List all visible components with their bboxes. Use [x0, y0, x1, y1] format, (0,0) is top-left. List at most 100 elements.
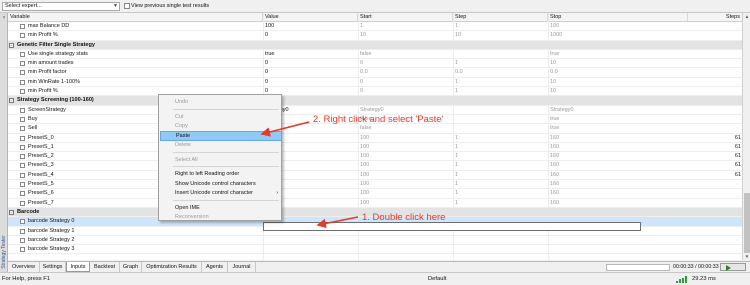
optimize-checkbox[interactable]	[20, 154, 25, 160]
close-icon[interactable]: ×	[1, 15, 7, 21]
param-stop[interactable]: 160	[548, 161, 688, 170]
menu-item-copy[interactable]: Copy	[160, 121, 282, 131]
optimize-checkbox[interactable]	[20, 172, 25, 178]
param-step[interactable]	[453, 115, 548, 124]
param-value[interactable]: 0	[263, 78, 358, 87]
group-row[interactable]: − Strategy Screening (100-160)	[8, 96, 742, 106]
menu-item-select-all[interactable]: Select All	[160, 155, 282, 165]
table-row[interactable]: min WinRate 1-100% 0 0 1 10	[8, 78, 742, 88]
optimize-checkbox[interactable]	[20, 191, 25, 197]
col-steps[interactable]: Steps	[688, 13, 742, 22]
param-step[interactable]: 1	[453, 161, 548, 170]
menu-item-delete[interactable]: Delete	[160, 140, 282, 150]
start-button[interactable]	[720, 263, 746, 271]
param-start[interactable]: 0	[358, 87, 453, 96]
expert-select[interactable]: Select expert... ▼	[2, 2, 120, 11]
collapse-icon[interactable]: −	[9, 98, 14, 104]
param-value[interactable]: 0	[263, 59, 358, 68]
optimize-checkbox[interactable]	[20, 144, 25, 150]
param-step[interactable]: 1	[453, 134, 548, 143]
param-step[interactable]: 1	[453, 152, 548, 161]
col-value[interactable]: Value	[263, 13, 358, 22]
scroll-up-icon[interactable]: ▲	[743, 13, 750, 20]
optimize-checkbox[interactable]	[20, 247, 25, 253]
table-row[interactable]: min Profit % 0 0 1 10	[8, 87, 742, 97]
param-value[interactable]: 0	[263, 68, 358, 77]
optimize-checkbox[interactable]	[20, 228, 25, 234]
optimize-checkbox[interactable]	[20, 107, 25, 113]
optimize-checkbox[interactable]	[20, 24, 25, 29]
table-row[interactable]: PresetS_4100100116061	[8, 171, 742, 181]
group-row[interactable]: − Genetic Filter Single Strategy	[8, 40, 742, 50]
tab-overview[interactable]: Overview	[8, 262, 40, 272]
table-row[interactable]: min amount trades 0 0 1 10	[8, 59, 742, 69]
param-stop[interactable]	[548, 245, 688, 254]
table-row[interactable]: PresetS_3100100116061	[8, 161, 742, 171]
menu-item-reconversion[interactable]: Reconversion	[160, 212, 282, 222]
optimize-checkbox[interactable]	[20, 79, 25, 85]
param-start[interactable]: 0	[358, 59, 453, 68]
param-stop[interactable]: 100	[548, 22, 688, 31]
param-step[interactable]: 1	[453, 171, 548, 180]
param-value[interactable]: true	[263, 50, 358, 59]
menu-item-right-to-left-reading-order[interactable]: Right to left Reading order	[160, 169, 282, 179]
menu-item-undo[interactable]: Undo	[160, 97, 282, 107]
param-stop[interactable]: 10	[548, 87, 688, 96]
param-stop[interactable]: 160	[548, 199, 688, 208]
param-step[interactable]: 1	[453, 78, 548, 87]
view-results-checkbox[interactable]	[124, 3, 130, 9]
menu-item-paste[interactable]: Paste	[160, 130, 282, 141]
menu-item-show-unicode-control-characters[interactable]: Show Unicode control characters	[160, 179, 282, 189]
optimize-checkbox[interactable]	[20, 51, 25, 57]
param-step[interactable]: 1	[453, 87, 548, 96]
param-start[interactable]: 100	[358, 152, 453, 161]
table-row[interactable]: Use single strategy stats true false true	[8, 50, 742, 60]
param-value[interactable]: 0	[263, 31, 358, 40]
param-stop[interactable]: 1000	[548, 31, 688, 40]
param-step[interactable]: 1	[453, 189, 548, 198]
tab-settings[interactable]: Settings	[40, 262, 66, 272]
param-stop[interactable]: 160	[548, 180, 688, 189]
scrollbar-thumb[interactable]	[744, 193, 750, 253]
param-start[interactable]: 1	[358, 22, 453, 31]
table-row[interactable]: PresetS_51001001160	[8, 180, 742, 190]
param-stop[interactable]: 160	[548, 143, 688, 152]
param-value[interactable]: 100	[263, 22, 358, 31]
tab-journal[interactable]: Journal	[228, 262, 256, 272]
param-step[interactable]	[453, 50, 548, 59]
param-start[interactable]: 100	[358, 161, 453, 170]
param-value[interactable]	[263, 236, 358, 245]
col-step[interactable]: Step	[453, 13, 548, 22]
optimize-checkbox[interactable]	[20, 126, 25, 132]
optimize-checkbox[interactable]	[20, 163, 25, 169]
param-step[interactable]	[453, 245, 548, 254]
menu-item-open-ime[interactable]: Open IME	[160, 203, 282, 213]
param-step[interactable]: 1	[453, 22, 548, 31]
table-row[interactable]: PresetS_71001001160	[8, 199, 742, 208]
param-start[interactable]: 100	[358, 171, 453, 180]
table-row[interactable]: barcode Strategy 3	[8, 245, 742, 255]
param-stop[interactable]: true	[548, 124, 688, 133]
param-step[interactable]: 1	[453, 143, 548, 152]
param-stop[interactable]: 160	[548, 171, 688, 180]
param-step[interactable]: 1	[453, 180, 548, 189]
optimize-checkbox[interactable]	[20, 135, 25, 141]
optimize-checkbox[interactable]	[20, 200, 25, 206]
tab-optimization-results[interactable]: Optimization Results	[142, 262, 202, 272]
table-row[interactable]: min Profit % 0 10 10 1000	[8, 31, 742, 41]
table-row[interactable]: PresetS_61001001160	[8, 189, 742, 199]
col-variable[interactable]: Variable	[8, 13, 263, 22]
table-row[interactable]: max Balance DD 100 1 1 100	[8, 22, 742, 32]
optimize-checkbox[interactable]	[20, 70, 25, 76]
param-step[interactable]: 1	[453, 199, 548, 208]
barcode-value-editor[interactable]	[263, 222, 641, 231]
tab-backtest[interactable]: Backtest	[90, 262, 120, 272]
scroll-down-icon[interactable]: ▼	[743, 253, 750, 260]
param-step[interactable]: 10	[453, 31, 548, 40]
param-step[interactable]: 0.0	[453, 68, 548, 77]
tab-graph[interactable]: Graph	[120, 262, 142, 272]
param-stop[interactable]: 160	[548, 134, 688, 143]
optimize-checkbox[interactable]	[20, 219, 25, 225]
table-row[interactable]: PresetS_1100100116061	[8, 143, 742, 153]
menu-item-insert-unicode-control-character[interactable]: Insert Unicode control character ›	[160, 188, 282, 198]
